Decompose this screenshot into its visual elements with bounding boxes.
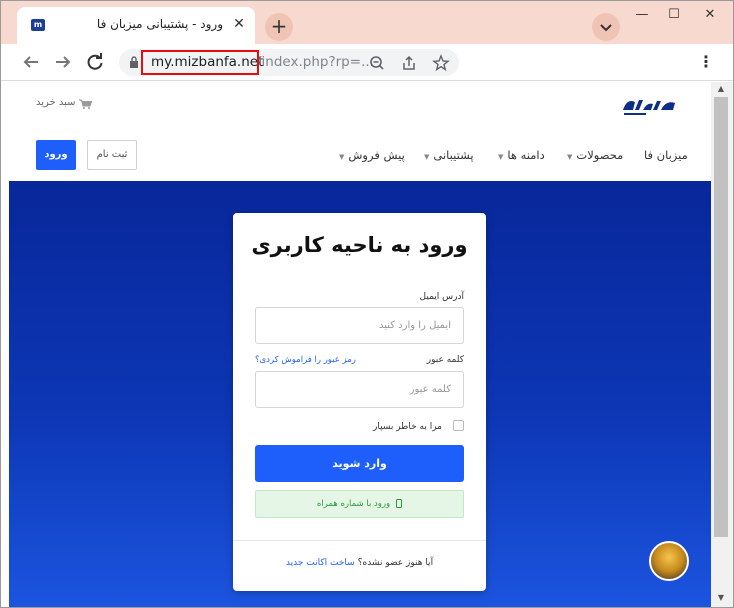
scroll-down-icon[interactable]: ▼ [715,593,727,603]
forgot-password-link[interactable]: رمز عبور را فراموش کردی؟ [255,355,356,365]
site-header: سبد خرید [1,82,711,130]
password-field[interactable] [255,371,464,408]
caret-down-icon: ▼ [424,153,430,161]
header-login-button[interactable]: ورود [36,140,76,170]
address-bar[interactable]: my.mizbanfa.net /index.php?rp=... [119,49,459,76]
login-title: ورود به ناحیه کاربری [251,233,468,257]
register-button[interactable]: ثبت نام [87,140,137,170]
nav-item-domains[interactable]: دامنه ها▼ [498,148,545,162]
tab-strip: m ورود - پشتیبانی میزبان فا ✕ + — ☐ ✕ [1,1,733,44]
email-field[interactable] [255,307,464,344]
lock-icon [130,56,138,68]
mobile-phone-icon [396,499,403,508]
url-host: my.mizbanfa.net [151,54,264,70]
cart-icon[interactable] [79,99,92,109]
page-scrollbar[interactable]: ▲ ▼ [711,82,733,607]
site-favicon-icon: m [31,19,45,31]
password-label: کلمه عبور [426,355,464,365]
reload-icon [87,53,103,70]
login-card: ورود به ناحیه کاربری آدرس ایمیل کلمه عبو… [233,213,486,591]
card-divider [233,540,486,541]
caret-down-icon: ▼ [567,153,573,161]
bookmark-star-icon[interactable] [431,53,451,73]
browser-menu-button[interactable]: ⋮ [698,50,714,74]
tab-search-button[interactable] [592,13,620,41]
remember-me-checkbox[interactable] [453,420,464,431]
nav-item-support[interactable]: پشتیبانی▼ [424,148,474,162]
password-input[interactable] [256,372,463,407]
mobile-login-button[interactable]: ورود با شماره همراه [255,490,464,518]
close-window-button[interactable]: ✕ [687,1,733,31]
scroll-up-icon[interactable]: ▲ [715,84,727,94]
nav-item-label: پیش فروش [348,148,405,162]
remember-me-label[interactable]: مرا به خاطر بسپار [373,422,442,432]
share-icon[interactable] [399,53,419,73]
nav-item-home[interactable]: میزبان فا [644,148,688,162]
new-tab-button[interactable]: + [265,13,293,41]
forward-button[interactable] [51,50,75,74]
browser-window: m ورود - پشتیبانی میزبان فا ✕ + — ☐ ✕ my… [0,0,734,608]
tab-title: ورود - پشتیبانی میزبان فا [96,17,223,31]
signup-question: آیا هنوز عضو نشده؟ [357,558,434,568]
nav-item-label: میزبان فا [644,148,688,162]
support-chat-avatar[interactable] [649,541,689,581]
mizbanfa-logo[interactable] [621,96,677,118]
email-label: آدرس ایمیل [419,292,464,302]
nav-item-label: محصولات [576,148,624,162]
arrow-left-icon [23,56,38,68]
remember-me-row: مرا به خاطر بسپار [364,420,464,434]
signup-row: آیا هنوز عضو نشده؟ساخت اکانت جدید [233,558,486,568]
caret-down-icon: ▼ [498,153,504,161]
submit-login-button[interactable]: وارد شوید [255,445,464,482]
back-button[interactable] [19,50,43,74]
signup-link[interactable]: ساخت اکانت جدید [286,558,355,568]
zoom-icon[interactable] [367,53,387,73]
cart-link[interactable]: سبد خرید [36,97,76,108]
caret-down-icon: ▼ [339,153,345,161]
nav-item-label: پشتیبانی [433,148,474,162]
nav-item-products[interactable]: محصولات▼ [567,148,623,162]
nav-item-label: دامنه ها [507,148,545,162]
scrollbar-thumb[interactable] [714,97,728,537]
chevron-down-icon [600,24,612,32]
page-viewport: سبد خرید ورود ثبت نام میزبان فا محصولات▼… [1,82,711,607]
browser-toolbar: my.mizbanfa.net /index.php?rp=... [1,44,733,81]
site-navbar: ورود ثبت نام میزبان فا محصولات▼ دامنه ها… [1,137,711,177]
tab-close-icon[interactable]: ✕ [231,16,247,32]
email-input[interactable] [256,308,463,343]
reload-button[interactable] [83,50,107,74]
browser-tab[interactable]: m ورود - پشتیبانی میزبان فا ✕ [17,7,255,44]
url-path: /index.php?rp=... [257,54,374,70]
mobile-login-label: ورود با شماره همراه [316,499,391,509]
arrow-right-icon [56,56,71,68]
nav-item-presale[interactable]: پیش فروش▼ [339,148,405,162]
